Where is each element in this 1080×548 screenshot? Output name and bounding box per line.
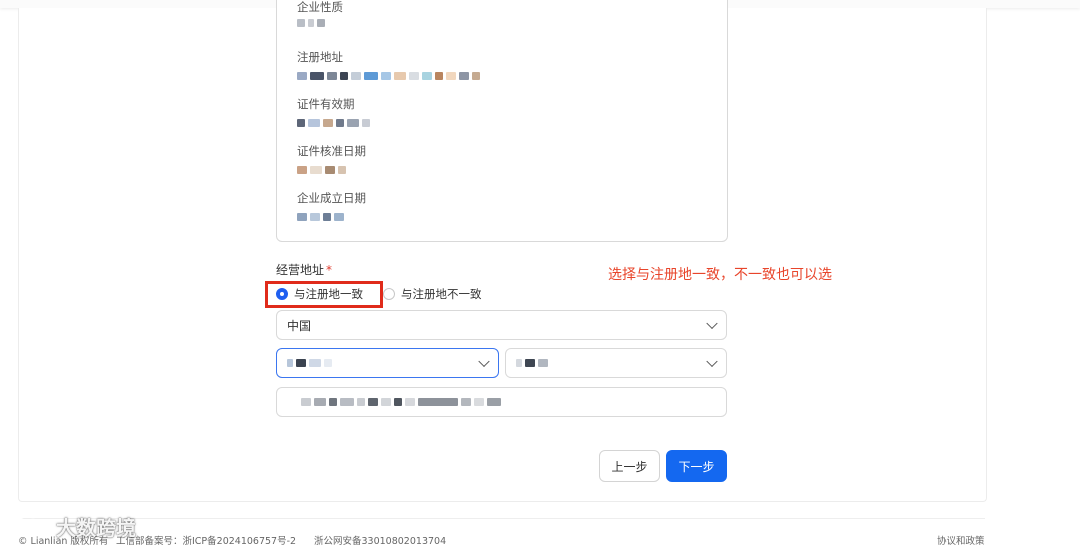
country-select[interactable]: 中国 [276,310,727,340]
blurred-value [297,118,370,127]
blurred-value [516,359,548,368]
blurred-value [297,212,366,221]
field-label: 注册地址 [297,50,343,64]
footer-police-link[interactable]: 浙公网安备33010802013704 [314,533,446,547]
watermark-logo-icon [8,516,51,538]
field-label: 企业性质 [297,0,343,14]
radio-unselected-icon[interactable] [383,288,395,300]
radio-different-from-registered[interactable]: 与注册地不一致 [383,286,482,302]
field-cert-approval-date: 证件核准日期 [297,143,366,174]
annotation-note: 选择与注册地一致，不一致也可以选 [608,267,832,283]
country-value: 中国 [287,318,312,333]
footer-policy-link[interactable]: 协议和政策 [937,533,985,547]
field-label: 证件核准日期 [297,144,366,158]
chevron-down-icon [478,355,490,368]
field-registered-address: 注册地址 [297,49,480,80]
next-step-button[interactable]: 下一步 [666,450,727,482]
operating-address-label: 经营地址 * [276,263,333,277]
watermark-text: 大数跨境 [56,516,136,540]
city-select[interactable] [505,348,727,378]
blurred-value [287,398,501,407]
field-label: 企业成立日期 [297,191,366,205]
radio-label: 与注册地不一致 [401,287,482,301]
province-select[interactable] [276,348,499,378]
blurred-value [297,18,343,27]
watermark: 大数跨境 [8,512,136,541]
field-cert-validity: 证件有效期 [297,96,370,127]
chevron-down-icon [706,317,718,330]
detailed-address-input[interactable] [276,387,727,417]
field-label: 证件有效期 [297,97,355,111]
company-info-panel: 企业性质 注册地址 证件有效期 证件核准日期 企业成立日期 [276,0,728,242]
prev-step-button[interactable]: 上一步 [599,450,660,482]
footer-icp-link[interactable]: 工信部备案号：浙ICP备2024106757号-2 [116,533,296,547]
radio-label: 与注册地一致 [294,287,363,301]
footer-divider [18,518,985,519]
field-establish-date: 企业成立日期 [297,190,366,221]
blurred-value [297,165,366,174]
required-mark: * [326,263,333,277]
radio-same-as-registered[interactable]: 与注册地一致 [276,286,363,302]
chevron-down-icon [706,355,718,368]
field-enterprise-type: 企业性质 [297,0,343,27]
blurred-value [297,71,480,80]
radio-selected-icon[interactable] [276,288,288,300]
blurred-value [287,359,332,368]
